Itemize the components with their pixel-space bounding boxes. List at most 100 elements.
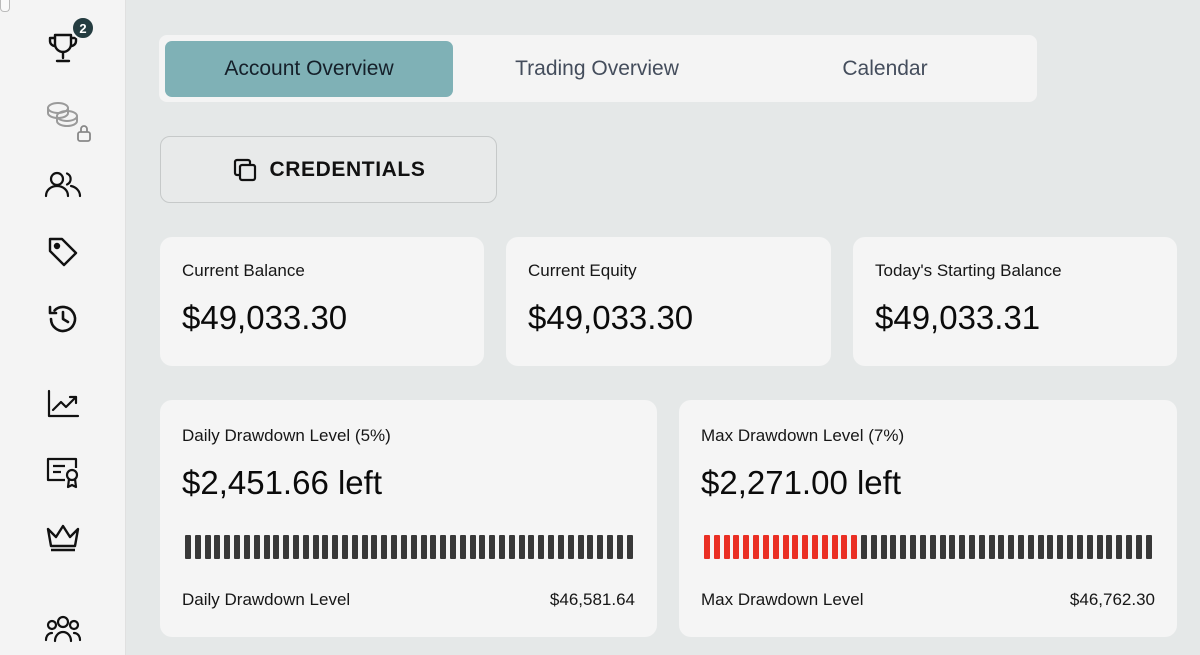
- bar-segment-remaining: [910, 535, 917, 559]
- bar-segment-remaining: [548, 535, 555, 559]
- bar-segment-remaining: [430, 535, 437, 559]
- credentials-button[interactable]: CREDENTIALS: [160, 136, 497, 203]
- bar-segment-remaining: [606, 535, 613, 559]
- bar-segment-remaining: [1027, 535, 1034, 559]
- bar-segment-used: [802, 535, 809, 559]
- bar-segment-remaining: [587, 535, 594, 559]
- tab-calendar[interactable]: Calendar: [741, 41, 1029, 97]
- bar-segment-remaining: [459, 535, 466, 559]
- drawdown-level-value: $46,581.64: [549, 590, 635, 609]
- bar-segment-used: [743, 535, 750, 559]
- bar-segment-remaining: [292, 535, 299, 559]
- bar-segment-remaining: [322, 535, 329, 559]
- sidebar: 2: [0, 0, 126, 655]
- stat-value: $49,033.30: [182, 299, 348, 336]
- bar-segment-used: [762, 535, 769, 559]
- sidebar-item-premium[interactable]: [40, 515, 86, 561]
- bar-segment-remaining: [1018, 535, 1024, 559]
- drawdown-remaining: $2,271.00 left: [701, 464, 901, 501]
- lock-icon: [77, 125, 91, 142]
- bar-segment-remaining: [1125, 535, 1132, 559]
- bar-segment-used: [841, 535, 848, 559]
- bar-segment-remaining: [214, 535, 221, 559]
- drawdown-level-label: Daily Drawdown Level: [182, 590, 351, 609]
- bar-segment-remaining: [332, 535, 339, 559]
- bar-segment-remaining: [1135, 535, 1142, 559]
- bar-segment-remaining: [939, 535, 946, 559]
- drawdown-remaining: $2,451.66 left: [182, 464, 382, 501]
- sidebar-item-certificates[interactable]: [40, 449, 86, 495]
- bar-segment-remaining: [1116, 535, 1123, 559]
- bar-segment-remaining: [1096, 535, 1103, 559]
- bar-segment-remaining: [449, 535, 456, 559]
- bar-segment-remaining: [469, 535, 476, 559]
- bar-segment-remaining: [312, 535, 319, 559]
- tab-account-overview[interactable]: Account Overview: [165, 40, 453, 97]
- bar-segment-remaining: [861, 535, 867, 559]
- crown-icon: [46, 524, 80, 552]
- bar-segment-remaining: [204, 535, 211, 559]
- sidebar-item-history[interactable]: [40, 296, 86, 342]
- bar-segment-remaining: [410, 535, 417, 559]
- sidebar-item-users[interactable]: [40, 161, 86, 207]
- drawdown-progress-bar: [704, 535, 1152, 559]
- sidebar-item-trophy[interactable]: 2: [40, 16, 95, 71]
- bar-segment-remaining: [616, 535, 623, 559]
- bar-segment-remaining: [499, 535, 505, 559]
- bar-segment-remaining: [988, 535, 995, 559]
- drawdown-level-label: Max Drawdown Level: [701, 590, 864, 609]
- credentials-label: CREDENTIALS: [269, 157, 426, 181]
- drawdown-title: Daily Drawdown Level (5%): [182, 426, 391, 445]
- bar-segment-used: [713, 535, 720, 559]
- bar-segment-remaining: [273, 535, 280, 559]
- bar-segment-remaining: [1057, 535, 1064, 559]
- bar-segment-remaining: [567, 535, 574, 559]
- bar-segment-used: [772, 535, 779, 559]
- bar-segment-remaining: [1067, 535, 1074, 559]
- community-icon: [44, 615, 82, 643]
- bar-segment-used: [704, 535, 710, 559]
- drawdown-card-max: Max Drawdown Level (7%) $2,271.00 left M…: [679, 400, 1177, 637]
- bar-segment-remaining: [577, 535, 584, 559]
- bar-segment-used: [723, 535, 730, 559]
- sidebar-item-tag[interactable]: [40, 229, 86, 275]
- bar-segment-remaining: [194, 535, 201, 559]
- bar-segment-used: [733, 535, 740, 559]
- sidebar-item-community[interactable]: [40, 605, 86, 651]
- bar-segment-remaining: [400, 535, 407, 559]
- bar-segment-remaining: [263, 535, 270, 559]
- bar-segment-used: [792, 535, 799, 559]
- bar-segment-remaining: [508, 535, 515, 559]
- sidebar-item-analytics[interactable]: [40, 381, 86, 427]
- bar-segment-remaining: [919, 535, 926, 559]
- bar-segment-remaining: [900, 535, 907, 559]
- bar-segment-used: [782, 535, 789, 559]
- drawdown-title: Max Drawdown Level (7%): [701, 426, 905, 445]
- stat-label: Today's Starting Balance: [875, 261, 1062, 280]
- drawdown-progress-bar: [185, 535, 633, 559]
- copy-icon: [233, 158, 256, 181]
- bar-segment-remaining: [253, 535, 260, 559]
- bar-segment-used: [821, 535, 828, 559]
- bar-segment-remaining: [185, 535, 191, 559]
- users-icon: [44, 171, 82, 198]
- stat-value: $49,033.30: [528, 299, 694, 336]
- bar-segment-remaining: [302, 535, 309, 559]
- notification-badge: 2: [71, 16, 95, 40]
- bar-segment-remaining: [283, 535, 290, 559]
- bar-segment-used: [753, 535, 760, 559]
- bar-segment-remaining: [479, 535, 486, 559]
- bar-segment-remaining: [1106, 535, 1113, 559]
- bar-segment-remaining: [626, 535, 633, 559]
- sidebar-item-coins[interactable]: [40, 92, 91, 142]
- tab-trading-overview[interactable]: Trading Overview: [453, 41, 741, 97]
- chart-line-icon: [47, 389, 80, 418]
- stat-card-current-balance: Current Balance $49,033.30: [160, 237, 484, 366]
- bar-segment-remaining: [870, 535, 877, 559]
- bar-segment-remaining: [1008, 535, 1015, 559]
- stat-label: Current Equity: [528, 261, 637, 280]
- overview-tabs: Account Overview Trading Overview Calend…: [159, 35, 1037, 102]
- bar-segment-remaining: [234, 535, 241, 559]
- scroll-handle[interactable]: [0, 0, 10, 12]
- bar-segment-remaining: [949, 535, 956, 559]
